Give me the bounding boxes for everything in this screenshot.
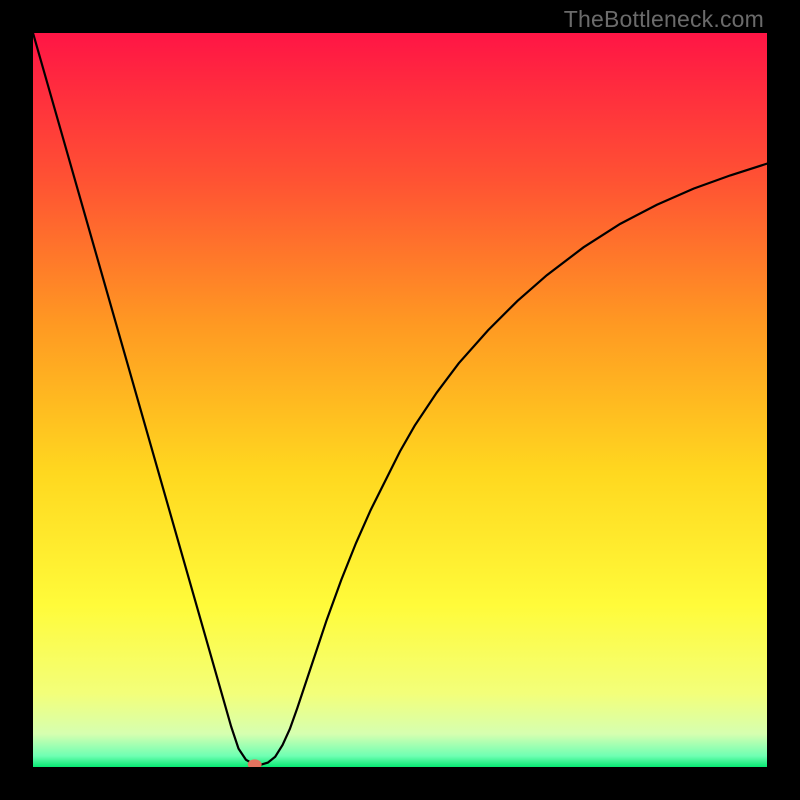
watermark-text: TheBottleneck.com [564,6,764,33]
plot-area [33,33,767,767]
chart-frame: TheBottleneck.com [0,0,800,800]
gradient-fill-rect [33,33,767,767]
